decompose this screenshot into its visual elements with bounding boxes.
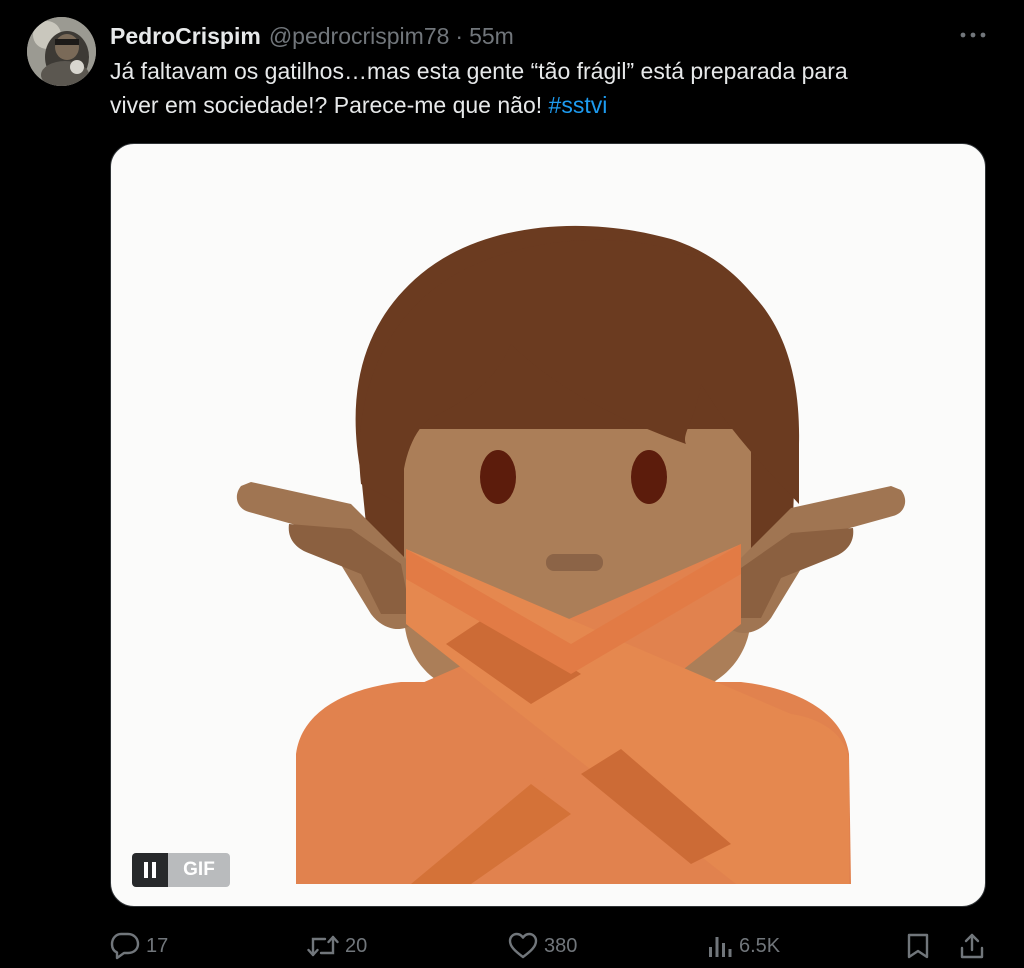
gif-media[interactable]: GIF <box>110 143 986 907</box>
heart-icon <box>508 932 538 959</box>
tweet-header: PedroCrispim @pedrocrispim78 · 55m <box>110 20 514 52</box>
avatar[interactable] <box>27 17 96 86</box>
bookmark-button[interactable] <box>906 926 930 966</box>
user-handle[interactable]: @pedrocrispim78 <box>269 23 450 50</box>
share-button[interactable] <box>958 926 986 966</box>
gif-controls: GIF <box>132 853 230 887</box>
avatar-image <box>27 17 96 86</box>
pause-button[interactable] <box>132 853 168 887</box>
gif-badge: GIF <box>168 853 230 887</box>
reply-button[interactable]: 17 <box>110 926 168 966</box>
repost-count: 20 <box>345 934 368 957</box>
display-name[interactable]: PedroCrispim <box>110 23 261 50</box>
reply-count: 17 <box>146 934 169 957</box>
hashtag-link[interactable]: #sstvi <box>549 92 608 118</box>
timestamp[interactable]: 55m <box>469 23 514 50</box>
more-icon <box>960 32 986 38</box>
repost-icon <box>307 935 339 957</box>
like-button[interactable]: 380 <box>508 926 577 966</box>
analytics-icon <box>709 937 732 957</box>
like-count: 380 <box>544 934 578 957</box>
tweet[interactable]: PedroCrispim @pedrocrispim78 · 55m Já fa… <box>0 0 1024 968</box>
views-button[interactable]: 6.5K <box>707 926 780 966</box>
person-gesturing-no-emoji <box>236 225 906 884</box>
pause-icon <box>144 862 156 878</box>
tweet-text-line-2: viver em sociedade!? Parece-me que não! … <box>110 88 990 122</box>
view-count: 6.5K <box>739 934 781 957</box>
share-icon <box>960 933 984 959</box>
tweet-actions: 17 20 380 6.5K <box>0 926 1024 966</box>
more-options-button[interactable] <box>958 22 988 48</box>
bookmark-icon <box>907 933 929 959</box>
tweet-text-line-2-text: viver em sociedade!? Parece-me que não! <box>110 92 549 118</box>
repost-button[interactable]: 20 <box>307 926 367 966</box>
tweet-text-line-1: Já faltavam os gatilhos…mas esta gente “… <box>110 58 848 84</box>
separator-dot: · <box>455 22 464 49</box>
tweet-text: Já faltavam os gatilhos…mas esta gente “… <box>110 54 990 122</box>
reply-icon <box>110 932 140 960</box>
